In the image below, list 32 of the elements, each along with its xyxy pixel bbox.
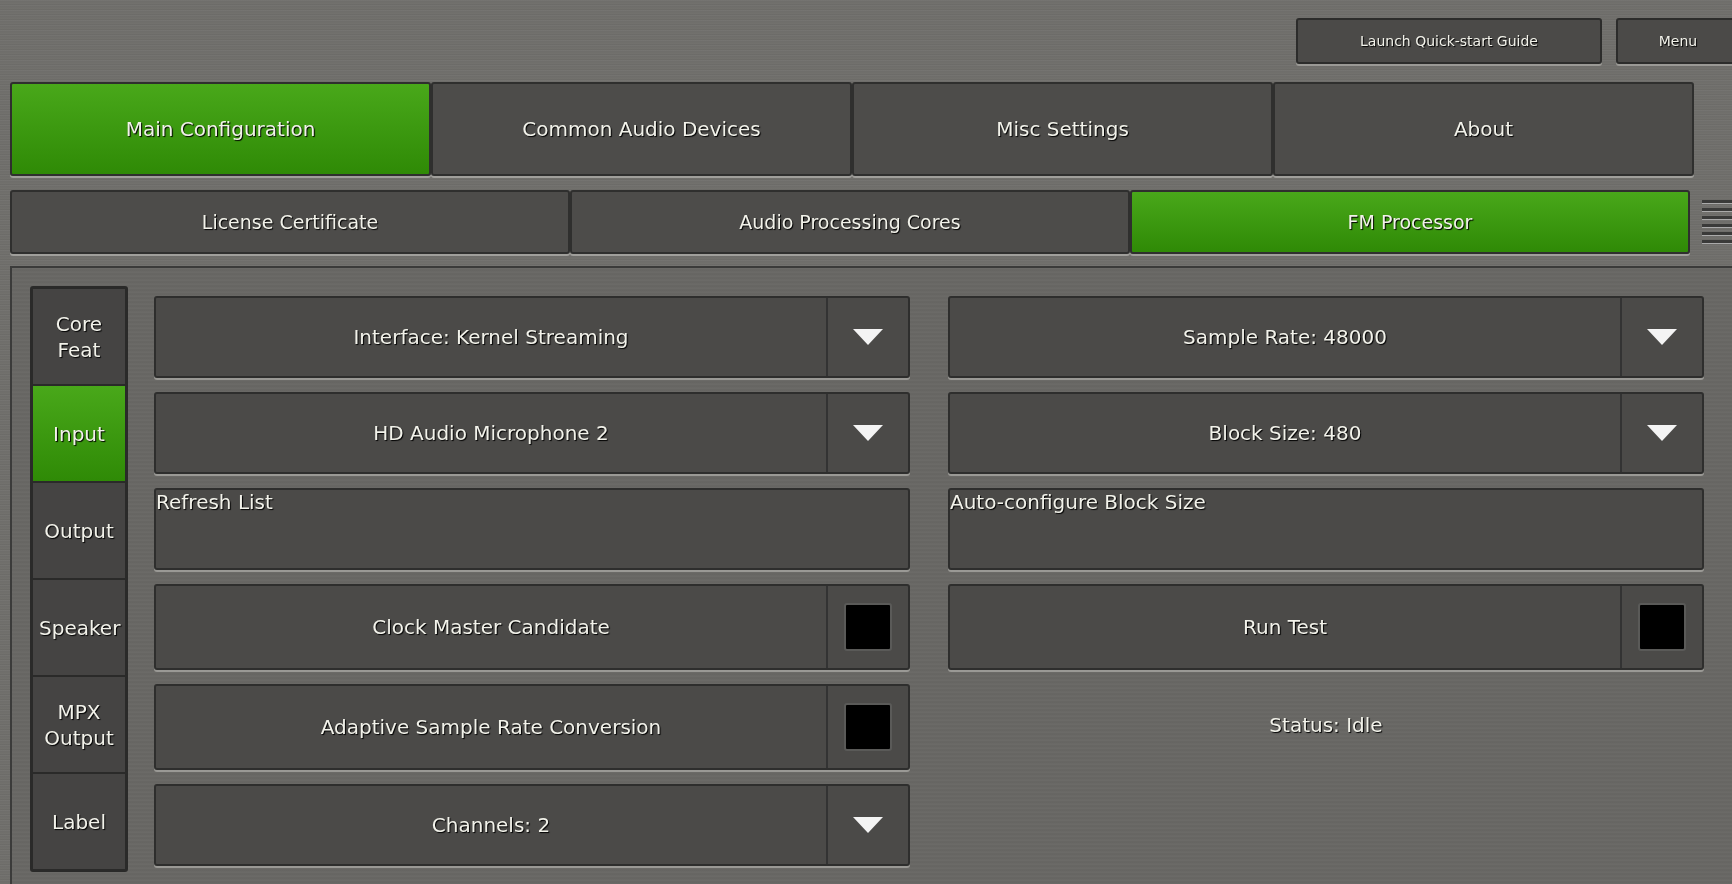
checkbox[interactable] xyxy=(844,703,892,751)
side-tab[interactable]: Core Feat xyxy=(32,288,126,385)
main-tab[interactable]: Common Audio Devices xyxy=(431,82,852,176)
guide-button[interactable]: Launch Quick-start Guide xyxy=(1296,18,1602,64)
action-button[interactable]: Refresh List xyxy=(154,488,910,570)
dropdown[interactable]: Channels: 2 xyxy=(154,784,910,866)
side-tab[interactable]: Label xyxy=(32,773,126,870)
side-tab[interactable]: Speaker xyxy=(32,579,126,676)
main-tab[interactable]: Misc Settings xyxy=(852,82,1273,176)
dropdown[interactable]: Sample Rate: 48000 xyxy=(948,296,1704,378)
sub-tab[interactable]: Audio Processing Cores xyxy=(570,190,1130,254)
side-tab[interactable]: MPX Output xyxy=(32,676,126,773)
dropdown-arrow-icon xyxy=(1647,425,1677,441)
dropdown[interactable]: Interface: Kernel Streaming xyxy=(154,296,910,378)
menu-button[interactable]: Menu xyxy=(1616,18,1732,64)
grip-icon[interactable] xyxy=(1702,200,1732,244)
checkbox-label: Adaptive Sample Rate Conversion xyxy=(319,714,663,741)
dropdown-arrow-icon xyxy=(853,817,883,833)
checkbox-label: Run Test xyxy=(1241,614,1329,641)
checkbox-label: Clock Master Candidate xyxy=(371,614,611,641)
dropdown[interactable]: Block Size: 480 xyxy=(948,392,1704,474)
side-tab[interactable]: Output xyxy=(32,482,126,579)
dropdown-arrow-icon xyxy=(1647,329,1677,345)
dropdown-arrow-icon xyxy=(853,425,883,441)
checkbox[interactable] xyxy=(844,603,892,651)
status-text: Status: Idle xyxy=(1268,712,1384,739)
checkbox[interactable] xyxy=(1638,603,1686,651)
dropdown-arrow-icon xyxy=(853,329,883,345)
action-button[interactable]: Auto-configure Block Size xyxy=(948,488,1704,570)
sub-tab[interactable]: License Certificate xyxy=(10,190,570,254)
main-tab[interactable]: About xyxy=(1273,82,1694,176)
dropdown[interactable]: HD Audio Microphone 2 xyxy=(154,392,910,474)
